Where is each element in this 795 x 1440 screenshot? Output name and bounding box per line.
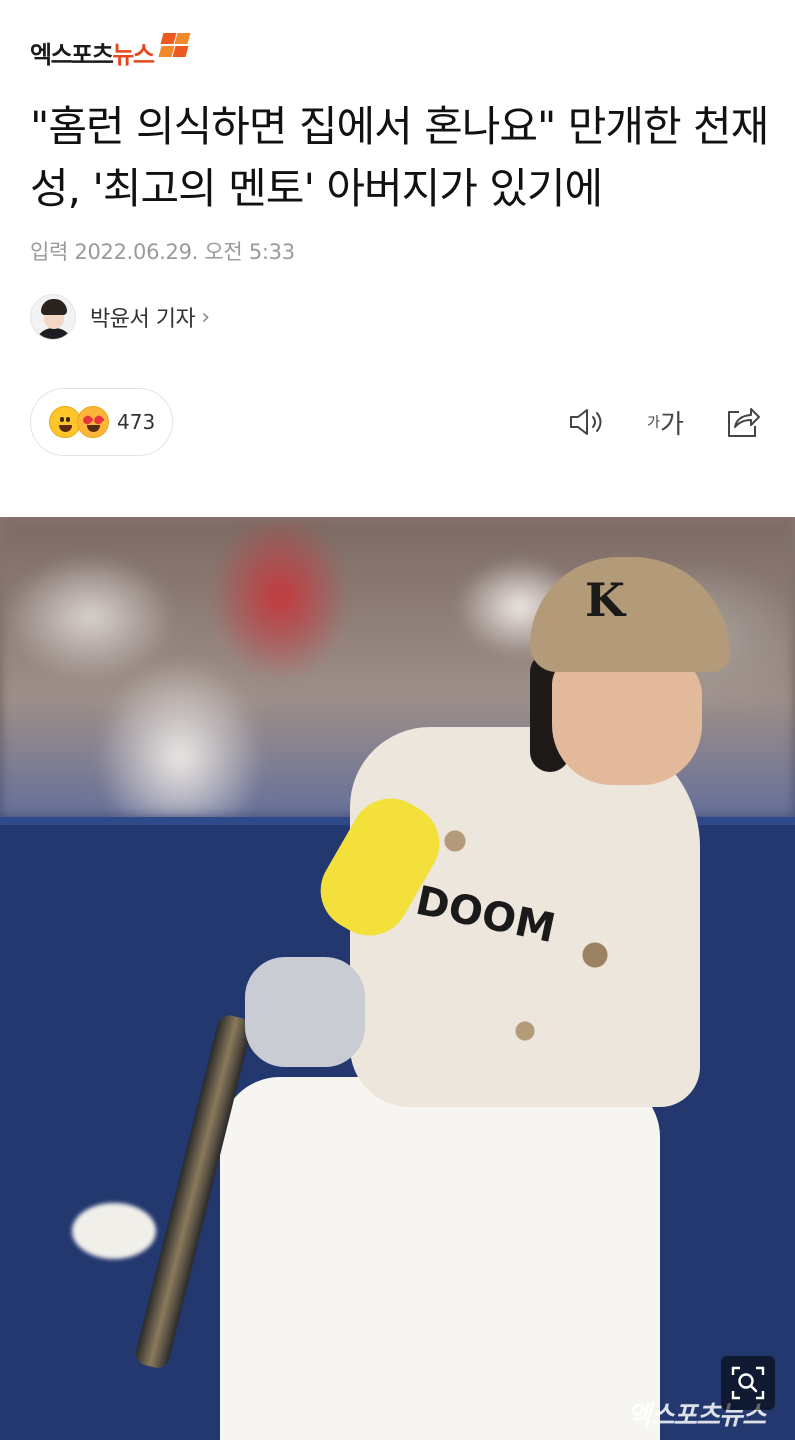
article-toolbar: 가가 bbox=[565, 400, 765, 444]
author-link[interactable]: 박윤서 기자 › bbox=[30, 294, 210, 340]
batter-figure: DOOM K bbox=[133, 557, 740, 1440]
zoom-icon bbox=[731, 1366, 765, 1400]
heart-eyes-face-icon bbox=[77, 406, 109, 438]
share-button[interactable] bbox=[721, 400, 765, 444]
baseball bbox=[72, 1203, 156, 1259]
site-logo[interactable]: 엑스포츠뉴스 bbox=[30, 30, 190, 74]
article-headline: "홈런 의식하면 집에서 혼나요" 만개한 천재성, '최고의 멘토' 아버지가… bbox=[30, 102, 769, 213]
chevron-right-icon: › bbox=[201, 304, 211, 330]
article-photo[interactable]: DOOM K 엑스포츠뉴스 bbox=[0, 517, 795, 1440]
font-small-label: 가 bbox=[647, 415, 660, 431]
helmet-logo: K bbox=[585, 573, 625, 627]
author-avatar bbox=[30, 294, 76, 340]
reaction-button[interactable]: 473 bbox=[30, 388, 173, 456]
logo-mark-icon bbox=[158, 31, 190, 61]
font-size-button[interactable]: 가가 bbox=[643, 400, 687, 444]
text-to-speech-button[interactable] bbox=[565, 400, 609, 444]
font-large-label: 가 bbox=[659, 409, 684, 440]
zoom-button[interactable] bbox=[721, 1356, 775, 1410]
logo-text: 엑스포츠뉴스 bbox=[30, 40, 155, 69]
article-dateline: 입력 2022.06.29. 오전 5:33 bbox=[30, 240, 295, 264]
author-name: 박윤서 기자 bbox=[90, 307, 196, 332]
reaction-count: 473 bbox=[117, 410, 156, 434]
share-icon bbox=[728, 408, 760, 437]
speaker-icon bbox=[570, 409, 602, 435]
